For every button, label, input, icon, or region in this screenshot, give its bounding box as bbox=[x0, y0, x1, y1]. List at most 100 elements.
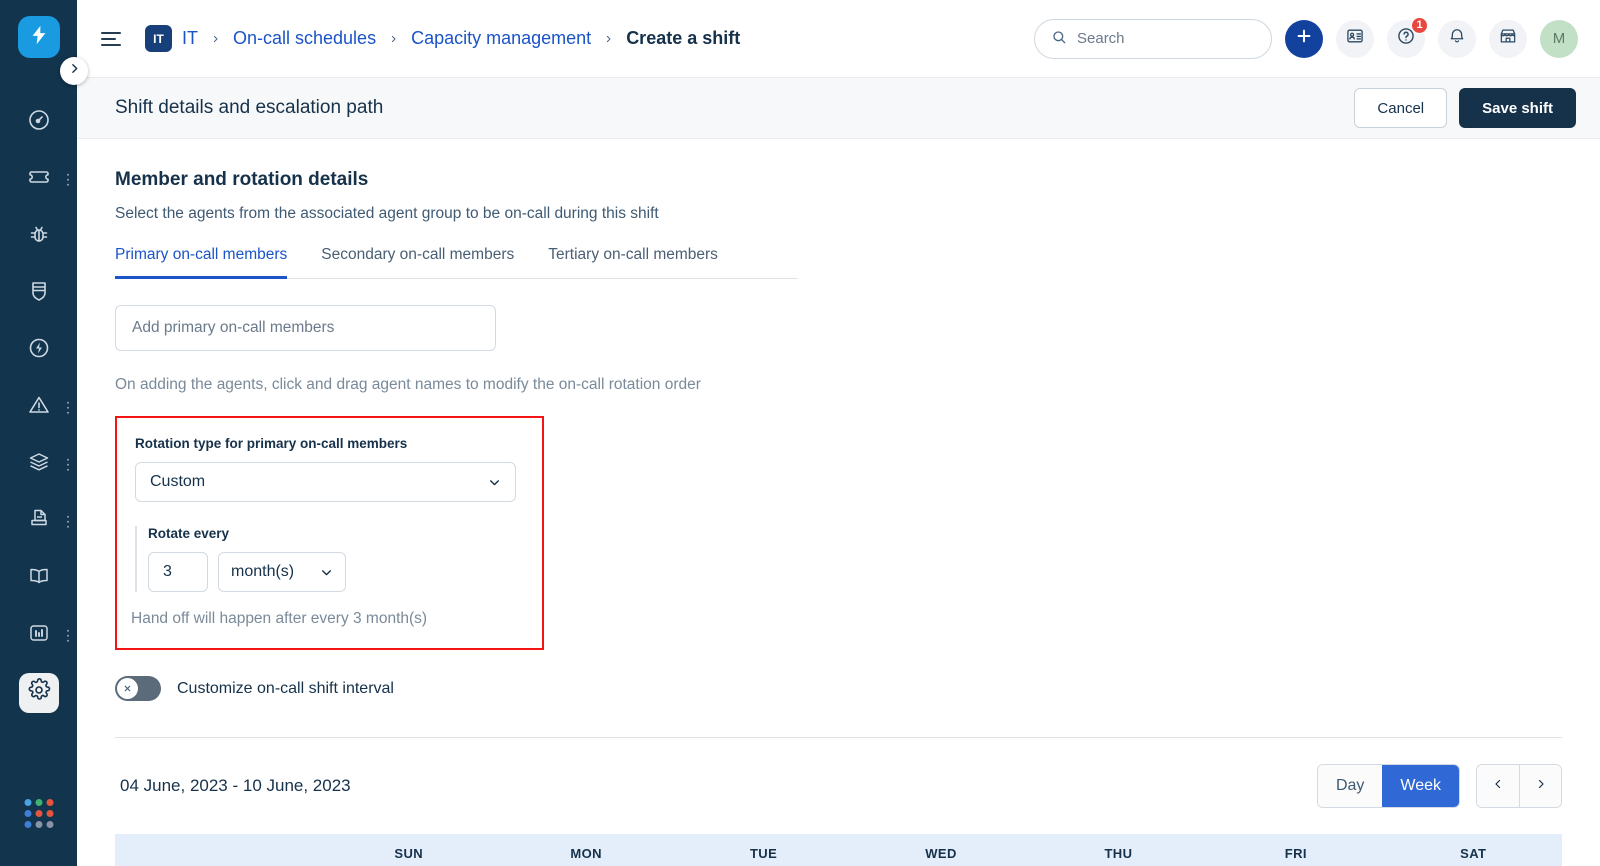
sidebar bbox=[0, 0, 88, 866]
section-title: Member and rotation details bbox=[115, 169, 369, 190]
sidebar-item-releases[interactable] bbox=[0, 493, 77, 550]
help-button[interactable]: 1 bbox=[1387, 16, 1428, 58]
sidebar-expand-button[interactable] bbox=[60, 57, 88, 85]
marketplace-storefront-icon bbox=[1498, 26, 1518, 51]
contact-card-icon bbox=[1345, 26, 1365, 51]
breadcrumb: IT On-call schedules Capacity management… bbox=[182, 28, 740, 49]
customize-interval-row: Customize on-call shift interval bbox=[115, 676, 1562, 701]
calendar-day-header-mon: MON bbox=[570, 845, 602, 861]
breadcrumb-item-on-call-schedules[interactable]: On-call schedules bbox=[233, 28, 376, 49]
calendar-day-header-fri: FRI bbox=[1284, 845, 1307, 861]
customize-shift-interval-toggle[interactable] bbox=[115, 676, 161, 701]
calendar-nav-group bbox=[1476, 764, 1562, 808]
chevron-down-icon bbox=[488, 476, 501, 489]
rotation-settings-highlight: Rotation type for primary on-call member… bbox=[115, 416, 544, 650]
release-document-icon bbox=[27, 507, 51, 536]
marketplace-button[interactable] bbox=[1489, 19, 1527, 58]
plus-icon bbox=[1294, 26, 1314, 51]
breadcrumb-item-capacity-management[interactable]: Capacity management bbox=[411, 28, 591, 49]
search-input[interactable]: Search bbox=[1034, 18, 1272, 59]
calendar-day-header-wed: WED bbox=[925, 845, 957, 861]
sidebar-item-problems[interactable] bbox=[0, 379, 77, 436]
tab-tertiary-on-call-members[interactable]: Tertiary on-call members bbox=[548, 246, 718, 279]
sidebar-item-menu[interactable] bbox=[66, 458, 69, 471]
rotation-interval-input[interactable]: 3 bbox=[148, 552, 208, 592]
app-logo[interactable] bbox=[17, 16, 60, 58]
sidebar-nav bbox=[0, 94, 77, 721]
close-x-icon bbox=[123, 680, 132, 698]
warning-triangle-icon bbox=[27, 393, 51, 422]
bug-icon bbox=[27, 222, 51, 251]
tab-secondary-on-call-members[interactable]: Secondary on-call members bbox=[321, 246, 514, 279]
toggle-knob bbox=[117, 678, 138, 699]
sidebar-item-tickets[interactable] bbox=[0, 151, 77, 208]
chevron-right-icon bbox=[604, 32, 613, 46]
calendar-day-header-sat: SAT bbox=[1460, 845, 1487, 861]
chevron-left-icon bbox=[1492, 777, 1504, 795]
main-area: IT IT On-call schedules Capacity managem… bbox=[77, 0, 1600, 866]
top-bar: IT IT On-call schedules Capacity managem… bbox=[77, 0, 1600, 77]
save-shift-button[interactable]: Save shift bbox=[1459, 88, 1576, 128]
app-switcher-dot-grid-icon[interactable] bbox=[24, 799, 53, 828]
bar-chart-icon bbox=[27, 621, 51, 650]
lightning-circle-icon bbox=[27, 336, 51, 365]
rotation-type-select[interactable]: Custom bbox=[135, 462, 516, 502]
calendar-controls: Day Week bbox=[1316, 764, 1562, 808]
bell-icon bbox=[1447, 26, 1467, 51]
add-primary-members-input[interactable]: Add primary on-call members bbox=[115, 305, 496, 351]
cancel-button[interactable]: Cancel bbox=[1354, 88, 1448, 128]
chevron-down-icon bbox=[320, 566, 333, 579]
ticket-icon bbox=[27, 165, 51, 194]
page-title: Shift details and escalation path bbox=[115, 97, 384, 118]
tab-primary-on-call-members[interactable]: Primary on-call members bbox=[115, 246, 288, 279]
calendar-day-header-sun: SUN bbox=[394, 845, 424, 861]
avatar[interactable]: M bbox=[1540, 19, 1578, 58]
calendar-day-header-thu: THU bbox=[1104, 845, 1133, 861]
rotation-unit-value: month(s) bbox=[231, 563, 295, 580]
sidebar-item-menu[interactable] bbox=[66, 515, 69, 528]
calendar-day-header-row: SUN MON TUE WED THU FRI SAT bbox=[115, 834, 1562, 866]
sidebar-item-admin-settings[interactable] bbox=[0, 664, 77, 721]
calendar-header: 04 June, 2023 - 10 June, 2023 Day Week bbox=[115, 764, 1562, 808]
sidebar-item-analytics[interactable] bbox=[0, 607, 77, 664]
sidebar-item-changes[interactable] bbox=[0, 322, 77, 379]
sidebar-item-menu[interactable] bbox=[66, 173, 69, 186]
rotate-every-label: Rotate every bbox=[148, 526, 230, 541]
calendar-view-toggle: Day Week bbox=[1316, 764, 1460, 808]
drag-order-hint: On adding the agents, click and drag age… bbox=[115, 376, 701, 393]
workspace-badge: IT bbox=[145, 25, 172, 52]
chevron-right-icon bbox=[68, 62, 81, 80]
rotate-every-group: Rotate every 3 month(s) bbox=[135, 526, 524, 592]
rotate-every-controls: 3 month(s) bbox=[148, 552, 524, 592]
breadcrumb-item-it[interactable]: IT bbox=[182, 28, 198, 49]
chevron-right-icon bbox=[389, 32, 398, 46]
section-divider bbox=[115, 737, 1562, 738]
calendar-view-day-button[interactable]: Day bbox=[1317, 765, 1383, 807]
customize-shift-interval-label: Customize on-call shift interval bbox=[177, 679, 394, 697]
contacts-button[interactable] bbox=[1336, 19, 1374, 58]
member-tabs: Primary on-call members Secondary on-cal… bbox=[115, 245, 798, 279]
sidebar-item-assets[interactable] bbox=[0, 436, 77, 493]
sidebar-item-knowledge-base[interactable] bbox=[0, 550, 77, 607]
sidebar-item-menu[interactable] bbox=[66, 401, 69, 414]
rotation-type-label: Rotation type for primary on-call member… bbox=[135, 436, 408, 451]
help-badge-count: 1 bbox=[1411, 16, 1428, 34]
create-new-button[interactable] bbox=[1285, 19, 1323, 58]
hamburger-menu-icon[interactable] bbox=[101, 26, 127, 52]
calendar-view-week-button[interactable]: Week bbox=[1382, 765, 1459, 807]
content-area: Member and rotation details Select the a… bbox=[77, 139, 1600, 866]
gear-icon bbox=[27, 678, 51, 707]
calendar-prev-button[interactable] bbox=[1477, 765, 1519, 807]
search-placeholder: Search bbox=[1077, 30, 1125, 47]
book-icon bbox=[27, 564, 51, 593]
sidebar-item-menu[interactable] bbox=[66, 629, 69, 642]
calendar-next-button[interactable] bbox=[1519, 765, 1561, 807]
sidebar-item-dashboard[interactable] bbox=[0, 94, 77, 151]
page-header-actions: Cancel Save shift bbox=[1354, 88, 1576, 128]
rotation-unit-select[interactable]: month(s) bbox=[218, 552, 346, 592]
sidebar-item-bugs[interactable] bbox=[0, 208, 77, 265]
chevron-right-icon bbox=[1535, 777, 1547, 795]
sidebar-item-security[interactable] bbox=[0, 265, 77, 322]
notifications-button[interactable] bbox=[1438, 19, 1476, 58]
search-icon bbox=[1051, 29, 1067, 49]
